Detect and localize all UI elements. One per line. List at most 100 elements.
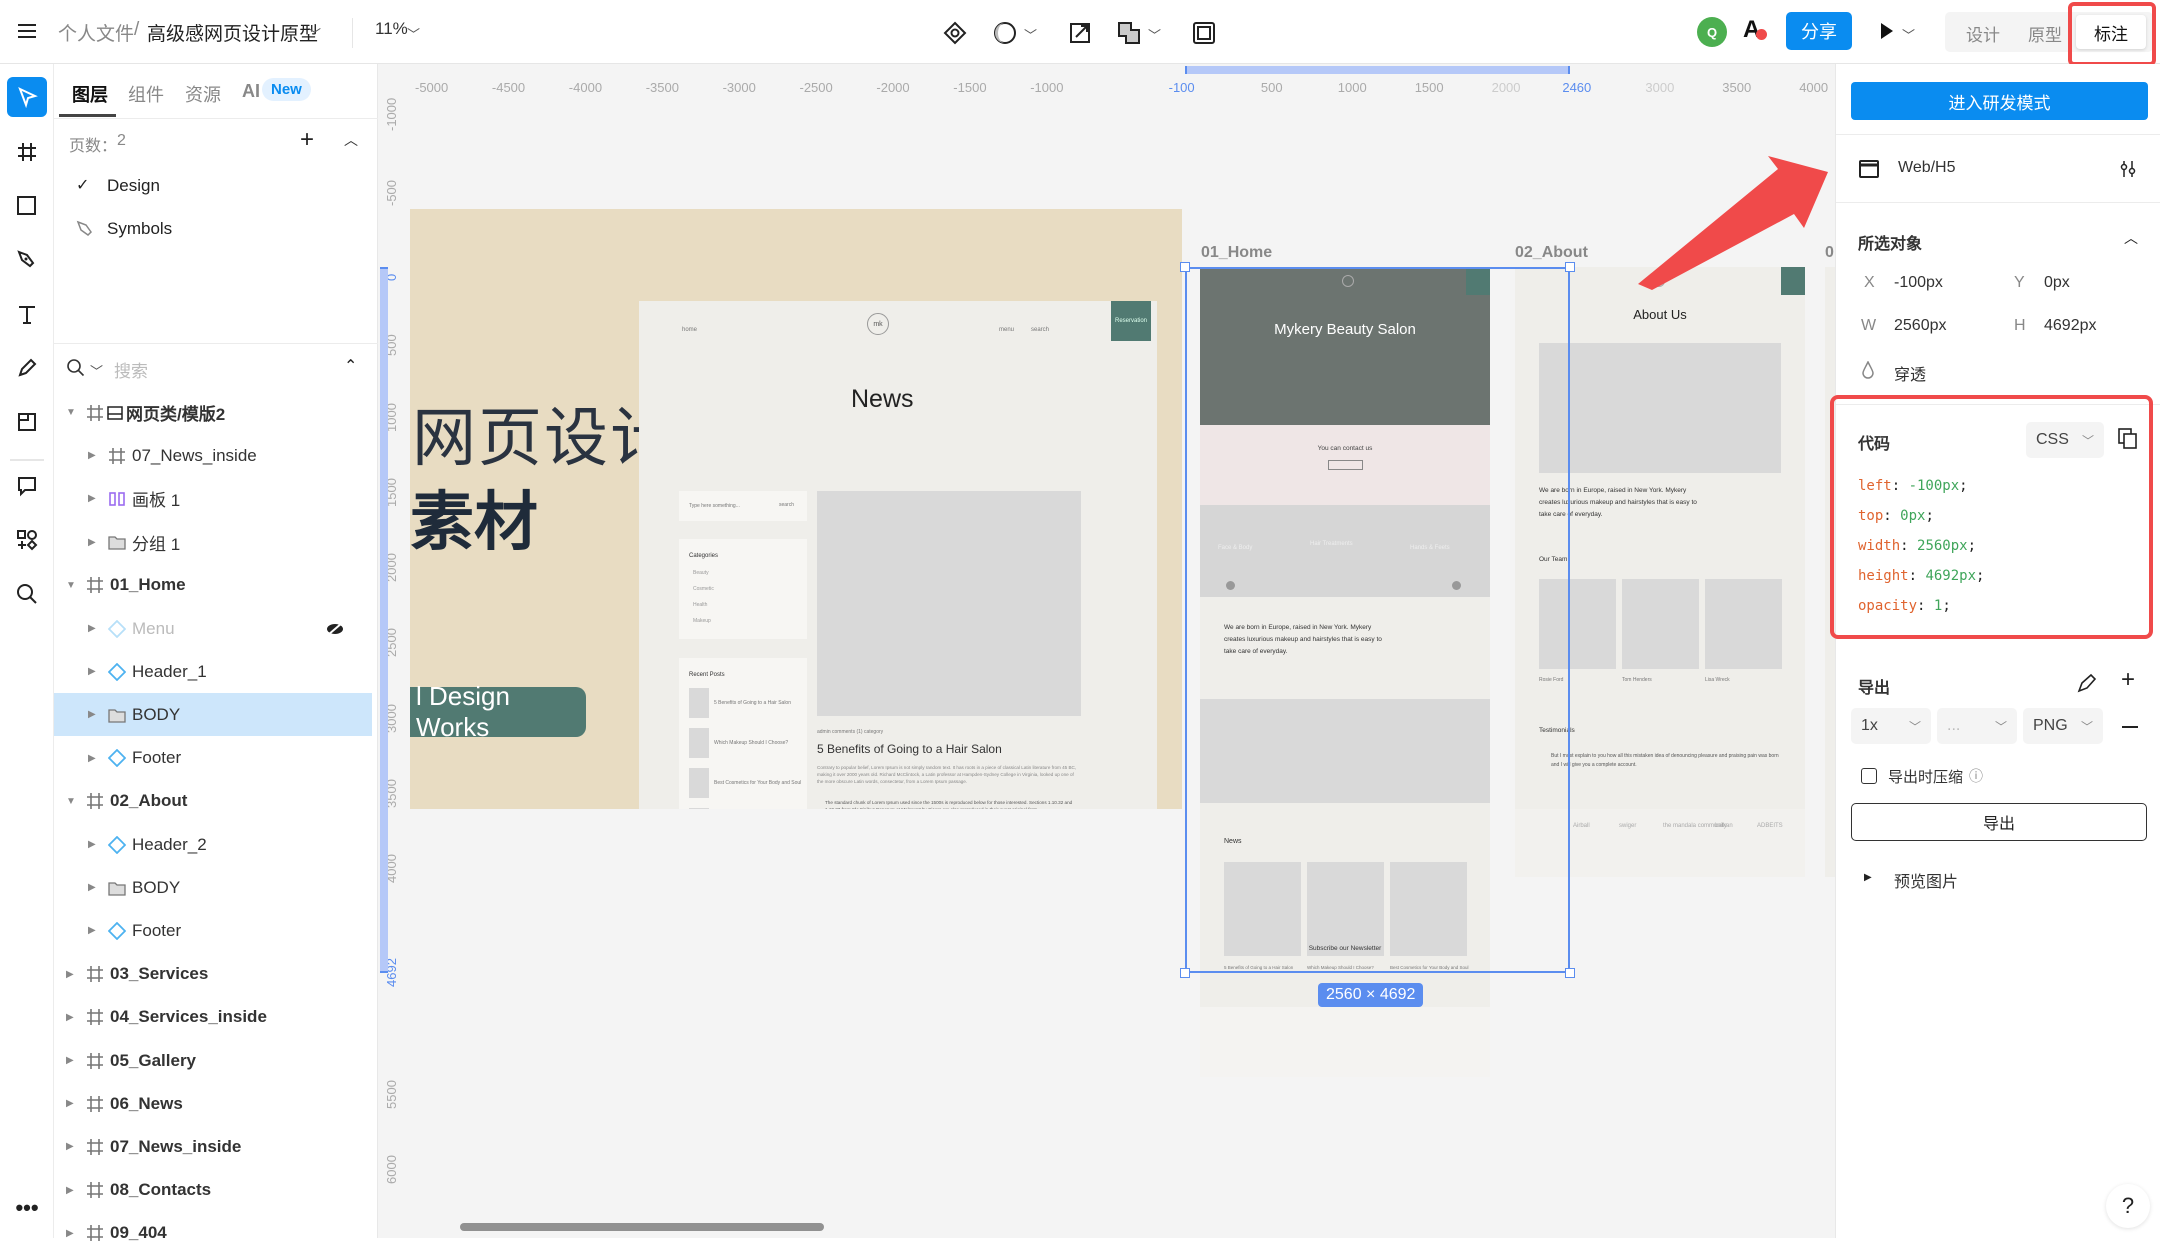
search-filter-chevron-icon[interactable]: ﹀ xyxy=(90,361,103,380)
w-value[interactable]: 2560px xyxy=(1894,317,1947,335)
expand-icon[interactable]: ▶ xyxy=(66,1228,74,1239)
mode-tab-prototype[interactable]: 原型 xyxy=(2028,21,2062,46)
expand-icon[interactable]: ▶ xyxy=(88,882,96,893)
more-icon[interactable]: ••• xyxy=(7,1188,47,1228)
expand-icon[interactable]: ▶ xyxy=(66,1141,74,1152)
layer-row[interactable]: ▶ Footer xyxy=(54,909,372,952)
resize-handle[interactable] xyxy=(1180,262,1190,272)
play-chevron-icon[interactable]: ﹀ xyxy=(1902,25,1915,44)
breadcrumb-root[interactable]: 个人文件 xyxy=(58,19,134,46)
plugins-tool[interactable] xyxy=(7,520,47,560)
cover-board[interactable]: 网页设计 素材 l Design Works home mk menu sear… xyxy=(410,209,1182,809)
layer-row[interactable]: ▶ 画板 1 xyxy=(54,477,372,520)
tab-ai-label[interactable]: AI xyxy=(242,81,260,102)
pen-tool[interactable] xyxy=(7,240,47,280)
layer-row[interactable]: ▶ 05_Gallery xyxy=(54,1039,372,1082)
expand-icon[interactable]: ▶ xyxy=(88,753,96,764)
collapse-icon[interactable]: ▼ xyxy=(66,580,76,591)
slice-tool[interactable] xyxy=(7,402,47,442)
y-value[interactable]: 0px xyxy=(2044,274,2070,292)
expand-icon[interactable]: ▶ xyxy=(88,925,96,936)
expand-icon[interactable]: ▶ xyxy=(88,493,96,504)
layer-row[interactable]: ▼ 网页类/模版2 xyxy=(54,391,372,434)
layer-row[interactable]: ▼ 01_Home xyxy=(54,564,372,607)
page-item-design[interactable]: ✓ Design xyxy=(54,166,372,206)
layer-row[interactable]: ▶ 08_Contacts xyxy=(54,1169,372,1212)
selection-box[interactable] xyxy=(1185,267,1570,973)
mask-chevron-icon[interactable]: ﹀ xyxy=(1024,25,1037,44)
expand-icon[interactable]: ▶ xyxy=(88,450,96,461)
tab-components[interactable]: 组件 xyxy=(128,81,164,107)
board-label-about[interactable]: 02_About xyxy=(1515,244,1588,262)
layer-row[interactable]: ▼ 02_About xyxy=(54,780,372,823)
collapse-selection-icon[interactable]: ︿ xyxy=(2124,228,2138,248)
info-icon[interactable]: ⓘ xyxy=(1969,766,1983,786)
resize-handle[interactable] xyxy=(1565,262,1575,272)
layer-row[interactable]: ▶ Menu xyxy=(54,607,372,650)
page-item-symbols[interactable]: Symbols xyxy=(54,209,372,249)
file-chevron-down-icon[interactable]: ﹀ xyxy=(308,24,321,43)
mode-tab-design[interactable]: 设计 xyxy=(1966,21,2000,46)
layer-row[interactable]: ▶ 04_Services_inside xyxy=(54,996,372,1039)
frame-fit-icon[interactable] xyxy=(1191,20,1217,46)
layer-row[interactable]: ▶ 03_Services xyxy=(54,953,372,996)
boolean-icon[interactable] xyxy=(1116,20,1142,46)
collapse-icon[interactable]: ▼ xyxy=(66,796,76,807)
expand-icon[interactable]: ▶ xyxy=(88,709,96,720)
component-icon[interactable] xyxy=(942,20,968,46)
add-export-icon[interactable]: + xyxy=(2121,666,2135,694)
remove-export-icon[interactable] xyxy=(2122,726,2138,728)
export-format-select[interactable]: PNG ﹀ xyxy=(2023,708,2103,744)
expand-icon[interactable]: ▶ xyxy=(66,1098,74,1109)
settings-sliders-icon[interactable] xyxy=(2118,159,2138,179)
platform-select[interactable]: Web/H5 xyxy=(1898,159,1956,177)
x-value[interactable]: -100px xyxy=(1894,274,1943,292)
layer-row[interactable]: ▶ BODY xyxy=(54,693,372,737)
blend-mode[interactable]: 穿透 xyxy=(1894,361,1926,385)
layer-row[interactable]: ▶ 07_News_inside xyxy=(54,1125,372,1168)
layer-row[interactable]: ▶ Header_1 xyxy=(54,650,372,693)
frame-tool[interactable] xyxy=(7,132,47,172)
layer-row[interactable]: ▶ Header_2 xyxy=(54,823,372,866)
layer-row[interactable]: ▶ BODY xyxy=(54,866,372,909)
expand-icon[interactable]: ▶ xyxy=(88,623,96,634)
expand-icon[interactable]: ▶ xyxy=(66,1055,74,1066)
share-button[interactable]: 分享 xyxy=(1786,12,1852,50)
text-tool[interactable] xyxy=(7,294,47,334)
scale-icon[interactable] xyxy=(1067,20,1093,46)
expand-icon[interactable]: ▶ xyxy=(88,537,96,548)
dev-mode-button[interactable]: 进入研发模式 xyxy=(1851,82,2148,120)
vertical-ruler[interactable]: -1000 -500 0 500 1000 1500 2000 2500 3000 3500 400… xyxy=(378,97,414,1238)
board-label-home[interactable]: 01_Home xyxy=(1201,244,1272,262)
compress-checkbox[interactable] xyxy=(1861,768,1877,784)
user-avatar[interactable]: Q xyxy=(1697,17,1727,47)
play-icon[interactable] xyxy=(1880,22,1894,45)
tab-layers[interactable]: 图层 xyxy=(72,81,108,107)
collapse-pages-icon[interactable]: ︿ xyxy=(344,130,358,150)
zoom-level[interactable]: 11% xyxy=(375,19,408,39)
move-tool[interactable] xyxy=(7,77,47,117)
expand-icon[interactable]: ▶ xyxy=(88,839,96,850)
pencil-tool[interactable] xyxy=(7,348,47,388)
resize-handle[interactable] xyxy=(1565,968,1575,978)
boolean-chevron-icon[interactable]: ﹀ xyxy=(1148,25,1161,44)
menu-icon[interactable] xyxy=(16,20,38,42)
layer-search-input[interactable]: 搜索 xyxy=(114,357,148,382)
canvas[interactable]: -5000 -4500 -4000 -3500 -3000 -2500 -2000 -1500… xyxy=(378,64,1835,1238)
slice-edit-icon[interactable] xyxy=(2076,672,2098,694)
layer-row[interactable]: ▶ 07_News_inside xyxy=(54,434,372,477)
export-suffix-select[interactable]: ... ﹀ xyxy=(1937,708,2017,744)
export-button[interactable]: 导出 xyxy=(1851,803,2147,841)
layer-row[interactable]: ▶ 06_News xyxy=(54,1082,372,1125)
expand-icon[interactable]: ▶ xyxy=(66,1185,74,1196)
hidden-eye-icon[interactable] xyxy=(326,621,344,636)
comment-tool[interactable] xyxy=(7,466,47,506)
collapse-icon[interactable]: ▼ xyxy=(66,407,76,418)
news-page-mock[interactable]: home mk menu search Reservation News Typ… xyxy=(639,301,1157,809)
expand-icon[interactable]: ▶ xyxy=(88,666,96,677)
mask-icon[interactable] xyxy=(992,20,1018,46)
search-tool[interactable] xyxy=(7,574,47,614)
help-button[interactable]: ? xyxy=(2106,1184,2150,1228)
collapse-all-icon[interactable]: ⌃ xyxy=(344,356,357,376)
horizontal-scrollbar[interactable] xyxy=(460,1223,824,1231)
